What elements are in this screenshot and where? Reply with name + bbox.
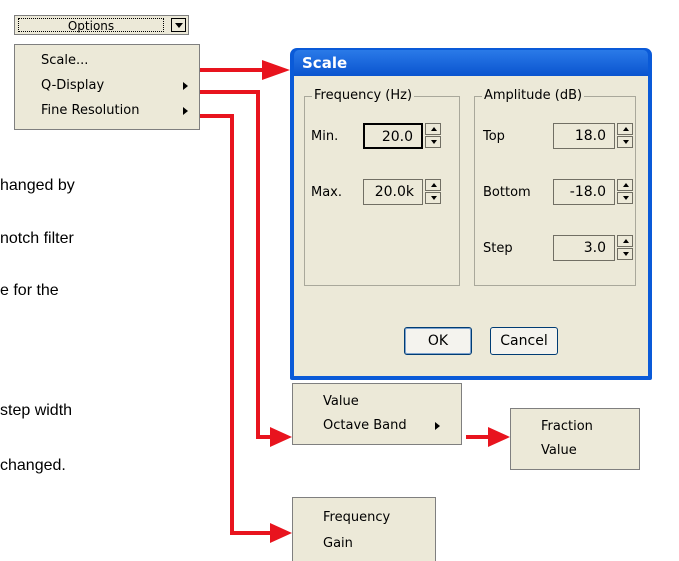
arrow-q-display [200, 90, 272, 439]
arrowhead-icon [488, 427, 510, 447]
arrowhead-icon [262, 60, 290, 80]
arrowhead-icon [270, 427, 292, 447]
arrow-fine-resolution [200, 114, 272, 535]
connector-arrows [200, 60, 510, 543]
arrowhead-icon [270, 523, 292, 543]
